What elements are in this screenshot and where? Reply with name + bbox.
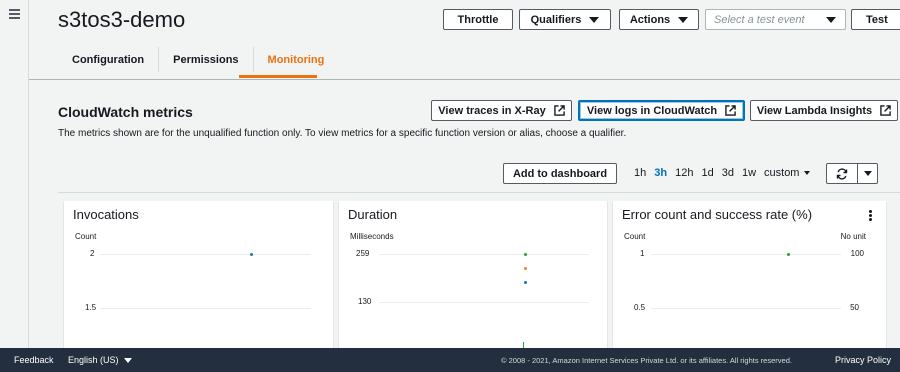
y-axis-unit: Milliseconds — [350, 232, 394, 241]
external-link-icon — [725, 105, 736, 116]
invocations-card: Invocations Count 2 1.5 — [64, 201, 333, 361]
y-tick: 130 — [358, 297, 372, 306]
card-title: Invocations — [73, 207, 139, 222]
actions-button-label: Actions — [629, 13, 671, 26]
view-xray-label: View traces in X-Ray — [438, 104, 546, 117]
privacy-policy-link[interactable]: Privacy Policy — [835, 355, 891, 365]
time-range-1d[interactable]: 1d — [701, 167, 713, 179]
card-title: Error count and success rate (%) — [622, 207, 813, 222]
throttle-button-label: Throttle — [457, 13, 499, 26]
throttle-button[interactable]: Throttle — [443, 9, 513, 30]
actions-button[interactable]: Actions — [619, 9, 699, 30]
gridline — [100, 254, 311, 255]
tabs-divider — [29, 79, 900, 80]
card-title: Duration — [348, 207, 398, 222]
y-tick: 2 — [90, 249, 95, 258]
time-range-selector: 1h 3h 12h 1d 3d 1w custom — [634, 167, 811, 179]
y-tick: 1.5 — [85, 303, 97, 312]
language-selector[interactable]: English (US) — [68, 355, 132, 365]
test-event-placeholder: Select a test event — [714, 13, 805, 26]
test-event-select[interactable]: Select a test event — [705, 9, 846, 30]
gridline — [379, 302, 589, 303]
custom-label: custom — [764, 167, 800, 179]
refresh-icon — [836, 167, 848, 180]
page-title: s3tos3-demo — [58, 7, 186, 32]
tab-configuration[interactable]: Configuration — [58, 47, 158, 72]
caret-down-icon — [804, 171, 811, 175]
add-to-dashboard-button[interactable]: Add to dashboard — [503, 163, 617, 184]
refresh-options-button[interactable] — [858, 163, 878, 184]
view-insights-label: View Lambda Insights — [756, 104, 873, 117]
caret-down-icon — [863, 171, 872, 176]
view-insights-button[interactable]: View Lambda Insights — [750, 100, 898, 121]
data-point — [787, 253, 790, 256]
refresh-split-button — [826, 163, 878, 184]
menu-icon[interactable] — [9, 9, 20, 19]
copyright-text: © 2008 - 2021, Amazon Internet Services … — [501, 356, 792, 365]
duration-card: Duration Milliseconds 259 130 — [339, 201, 607, 361]
y-axis-unit-right: No unit — [840, 232, 866, 241]
error-count-card: Error count and success rate (%) Count N… — [613, 201, 886, 361]
time-range-1h[interactable]: 1h — [634, 167, 646, 179]
section-title: CloudWatch metrics — [58, 104, 193, 120]
y-tick-left: 1 — [640, 249, 645, 258]
active-tab-indicator — [239, 75, 317, 78]
refresh-button[interactable] — [826, 163, 858, 184]
external-link-icon — [553, 105, 565, 116]
view-xray-button[interactable]: View traces in X-Ray — [431, 100, 572, 121]
gridline — [100, 308, 311, 309]
y-tick-right: 100 — [850, 249, 864, 258]
view-logs-button[interactable]: View logs in CloudWatch — [578, 100, 745, 121]
tab-permissions[interactable]: Permissions — [159, 47, 252, 72]
external-link-icon — [880, 105, 891, 116]
footer: Feedback English (US) © 2008 - 2021, Ama… — [0, 348, 900, 372]
tab-monitoring[interactable]: Monitoring — [254, 47, 339, 72]
test-button[interactable]: Test — [851, 9, 900, 30]
test-button-label: Test — [866, 13, 888, 26]
add-to-dashboard-label: Add to dashboard — [512, 167, 608, 180]
y-tick-left: 0.5 — [634, 303, 646, 312]
data-point — [524, 267, 527, 270]
y-axis-unit-left: Count — [624, 232, 646, 241]
gridline — [651, 254, 841, 255]
data-point — [524, 253, 527, 256]
qualifiers-button-label: Qualifiers — [530, 13, 582, 26]
qualifiers-button[interactable]: Qualifiers — [519, 9, 611, 30]
section-description: The metrics shown are for the unqualifie… — [58, 128, 627, 139]
left-rail — [0, 0, 29, 348]
language-label: English (US) — [68, 355, 119, 365]
view-logs-label: View logs in CloudWatch — [586, 104, 718, 117]
data-point — [524, 281, 527, 284]
caret-down-icon — [678, 16, 689, 23]
caret-down-icon — [123, 357, 132, 363]
y-tick-right: 50 — [850, 303, 859, 312]
caret-down-icon — [589, 16, 600, 23]
gridline — [379, 254, 589, 255]
caret-down-icon — [826, 17, 836, 23]
time-range-3h[interactable]: 3h — [654, 167, 667, 179]
more-options-icon[interactable] — [869, 210, 872, 222]
time-range-custom[interactable]: custom — [764, 167, 811, 179]
time-range-12h[interactable]: 12h — [675, 167, 693, 179]
feedback-link[interactable]: Feedback — [14, 355, 54, 365]
data-point — [250, 253, 253, 256]
y-axis-unit: Count — [75, 232, 97, 241]
time-range-1w[interactable]: 1w — [742, 167, 756, 179]
time-range-3d[interactable]: 3d — [722, 167, 734, 179]
y-tick: 259 — [356, 249, 370, 258]
section-divider — [58, 192, 900, 193]
gridline — [651, 308, 841, 309]
